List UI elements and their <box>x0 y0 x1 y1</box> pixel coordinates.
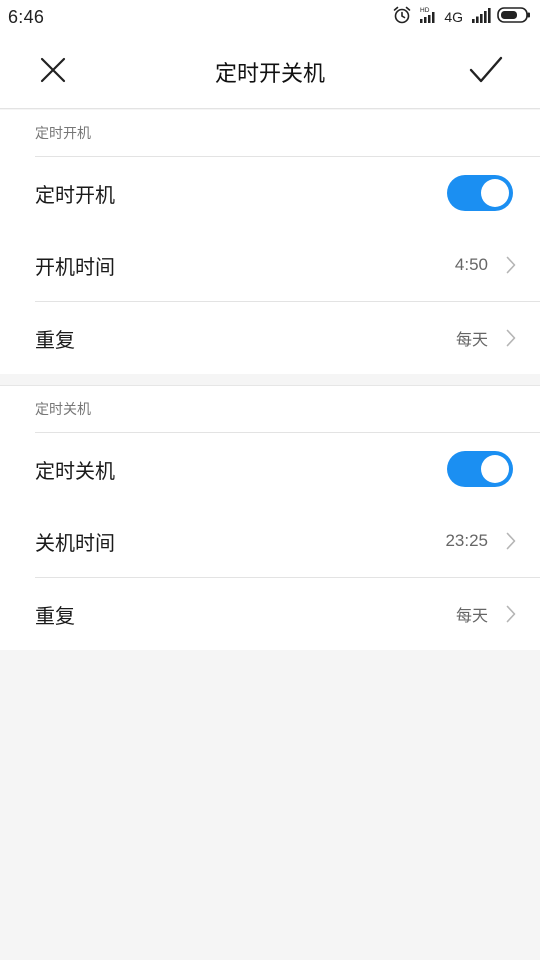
power-off-time-row[interactable]: 关机时间 23:25 <box>35 505 540 578</box>
power-on-toggle-row: 定时开机 <box>35 157 540 229</box>
title-bar: 定时开关机 <box>0 34 540 109</box>
check-icon <box>469 56 503 88</box>
power-on-repeat-row[interactable]: 重复 每天 <box>35 302 540 374</box>
power-on-section-header: 定时开机 <box>35 110 540 157</box>
hd-signal-icon: HD <box>418 5 438 29</box>
power-off-section-header: 定时关机 <box>35 386 540 433</box>
power-on-time-row[interactable]: 开机时间 4:50 <box>35 229 540 302</box>
power-on-toggle-label: 定时开机 <box>35 182 115 207</box>
power-off-time-value: 23:25 <box>445 531 488 550</box>
svg-text:HD: HD <box>420 7 430 14</box>
confirm-button[interactable] <box>448 34 523 109</box>
power-on-repeat-value-group: 每天 <box>456 302 516 374</box>
status-icons: HD 4G <box>392 5 531 29</box>
power-off-time-value-group: 23:25 <box>445 505 516 577</box>
battery-icon <box>497 6 531 28</box>
close-button[interactable] <box>15 34 90 109</box>
power-off-repeat-value-group: 每天 <box>456 578 516 650</box>
switch-knob <box>481 179 509 207</box>
cellular-signal-icon <box>471 6 491 28</box>
alarm-icon <box>392 5 412 29</box>
power-off-time-label: 关机时间 <box>35 530 115 555</box>
chevron-right-icon <box>506 329 516 347</box>
close-icon <box>40 57 66 87</box>
power-on-group: 定时开机 定时开机 开机时间 4:50 重复 每天 <box>0 110 540 374</box>
section-separator <box>0 374 540 386</box>
chevron-right-icon <box>506 256 516 274</box>
power-off-repeat-row[interactable]: 重复 每天 <box>35 578 540 650</box>
power-off-toggle-row: 定时关机 <box>35 433 540 505</box>
network-type: 4G <box>444 9 463 25</box>
screen: 6:46 HD 4G 定时开关机 定时开机 定时开机 开机时间 4:50 重复 … <box>0 0 540 960</box>
chevron-right-icon <box>506 532 516 550</box>
power-on-switch[interactable] <box>447 175 513 211</box>
chevron-right-icon <box>506 605 516 623</box>
power-on-time-label: 开机时间 <box>35 254 115 279</box>
power-on-repeat-label: 重复 <box>35 327 75 352</box>
power-off-group: 定时关机 定时关机 关机时间 23:25 重复 每天 <box>0 386 540 650</box>
switch-knob <box>481 455 509 483</box>
power-off-toggle-label: 定时关机 <box>35 458 115 483</box>
status-bar: 6:46 HD 4G <box>0 0 540 34</box>
power-off-switch[interactable] <box>447 451 513 487</box>
power-off-repeat-value: 每天 <box>455 606 488 625</box>
power-off-repeat-label: 重复 <box>35 603 75 628</box>
power-on-time-value: 4:50 <box>454 255 488 274</box>
power-on-repeat-value: 每天 <box>455 330 488 349</box>
power-on-time-value-group: 4:50 <box>455 229 516 301</box>
status-time: 6:46 <box>8 6 45 27</box>
